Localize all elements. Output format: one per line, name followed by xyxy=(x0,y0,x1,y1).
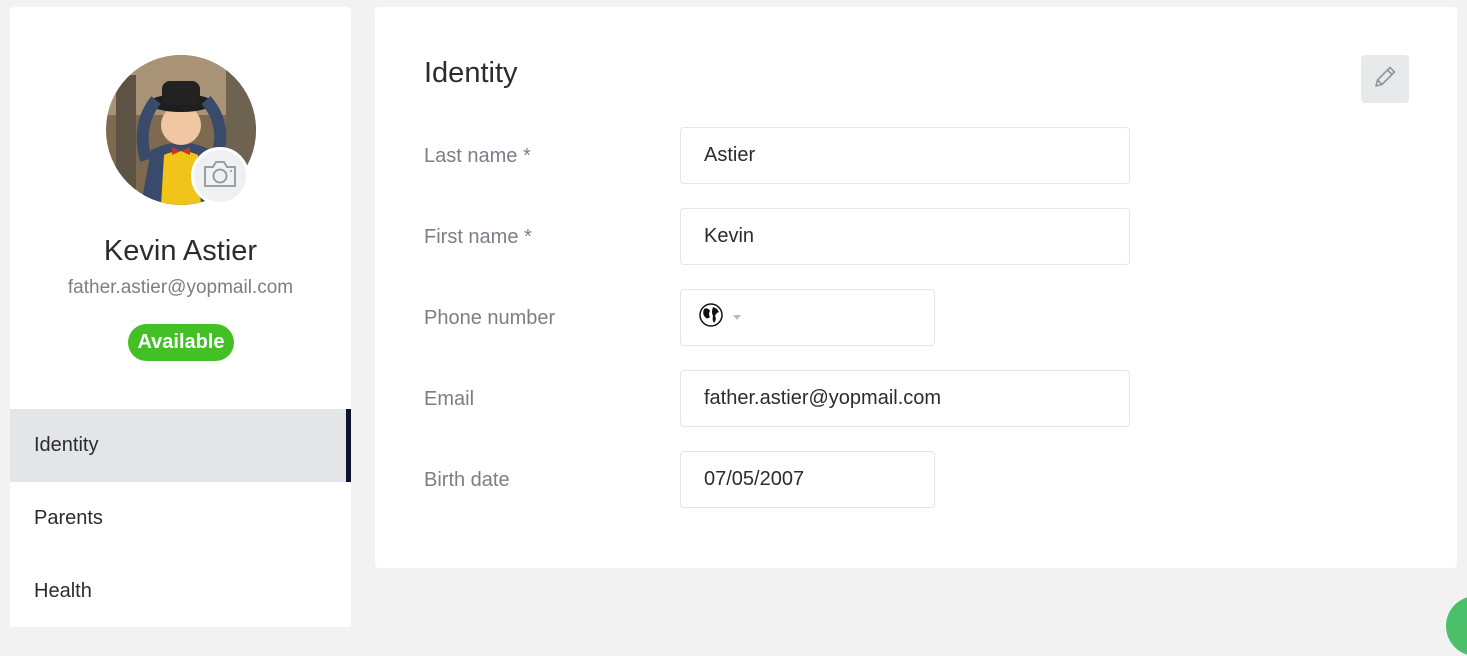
camera-icon xyxy=(202,159,238,194)
page-title: Identity xyxy=(424,57,518,89)
sidebar-item-identity[interactable]: Identity xyxy=(10,409,351,482)
profile-email: father.astier@yopmail.com xyxy=(67,277,294,298)
phone-number-field[interactable] xyxy=(680,289,935,346)
country-selector[interactable] xyxy=(681,302,741,333)
pencil-icon xyxy=(1372,64,1398,95)
first-name-field[interactable]: Kevin xyxy=(680,208,1130,265)
profile-sidebar: Kevin Astier father.astier@yopmail.com A… xyxy=(10,7,351,627)
identity-card: Identity Last name * Astier First name *… xyxy=(375,7,1457,568)
sidebar-item-health[interactable]: Health xyxy=(10,555,351,628)
status-badge: Available xyxy=(128,324,234,361)
phone-number-label: Phone number xyxy=(424,307,556,329)
birth-date-label: Birth date xyxy=(424,469,510,491)
floating-action-button[interactable] xyxy=(1446,596,1467,656)
change-photo-button[interactable] xyxy=(191,147,249,205)
birth-date-field[interactable]: 07/05/2007 xyxy=(680,451,935,508)
first-name-label: First name * xyxy=(424,226,532,248)
email-label: Email xyxy=(424,388,475,410)
globe-icon xyxy=(699,302,723,333)
last-name-label: Last name * xyxy=(424,145,531,167)
sidebar-item-parents[interactable]: Parents xyxy=(10,482,351,555)
profile-name: Kevin Astier xyxy=(103,235,258,267)
last-name-field[interactable]: Astier xyxy=(680,127,1130,184)
edit-button[interactable] xyxy=(1361,55,1409,103)
email-field[interactable]: father.astier@yopmail.com xyxy=(680,370,1130,427)
chevron-down-icon xyxy=(733,315,741,320)
